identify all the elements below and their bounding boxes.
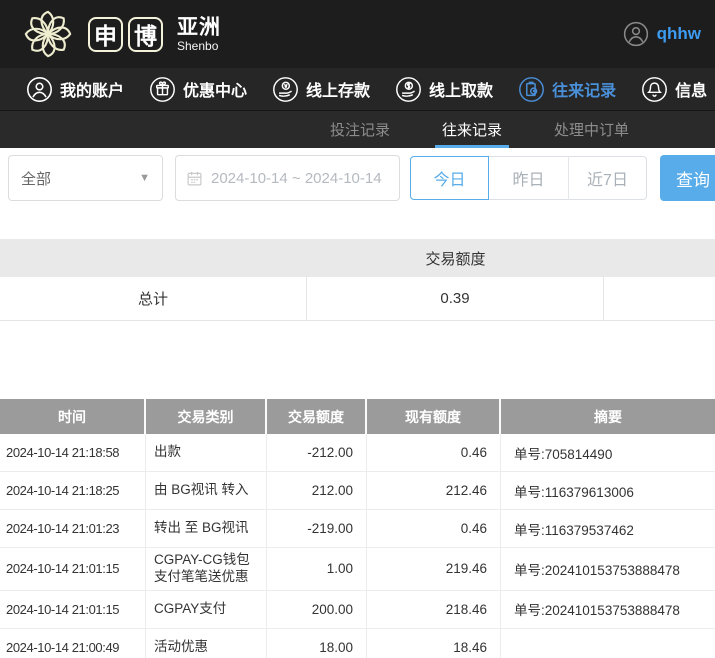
summary-table: 交易额度 总计 0.39 (0, 239, 715, 321)
table-row: 2024-10-14 21:00:49 活动优惠 18.00 18.46 (0, 629, 715, 658)
cell-time: 2024-10-14 21:01:23 (0, 510, 146, 547)
calendar-icon (186, 170, 203, 187)
nav-item-withdraw[interactable]: 线上取款 (395, 76, 493, 103)
cell-amount: -212.00 (267, 434, 367, 471)
cell-balance: 212.46 (367, 472, 501, 509)
table-row: 2024-10-14 21:01:15 CGPAY-CG钱包支付笔笔送优惠 1.… (0, 548, 715, 591)
username[interactable]: qhhw (657, 24, 701, 44)
summary-header-row: 交易额度 (0, 239, 715, 277)
user-account[interactable]: qhhw (623, 21, 701, 47)
main-navigation: 我的账户 优惠中心 线上存款 (0, 68, 715, 110)
cell-type: 活动优惠 (146, 629, 267, 658)
brand-region-cn: 亚洲 (177, 17, 221, 38)
nav-label: 优惠中心 (183, 77, 247, 101)
bell-icon (641, 76, 668, 103)
table-row: 2024-10-14 21:01:15 CGPAY支付 200.00 218.4… (0, 591, 715, 629)
summary-header-label: 交易额度 (307, 248, 604, 269)
cell-type: 由 BG视讯 转入 (146, 472, 267, 509)
cell-memo: 单号:705814490 (501, 434, 715, 471)
nav-item-promotions[interactable]: 优惠中心 (149, 76, 247, 103)
quick-date-filters: 今日 昨日 近7日 (410, 156, 647, 200)
user-avatar-icon (623, 21, 649, 47)
category-select[interactable]: 全部 ▼ (8, 155, 163, 201)
search-button[interactable]: 查询 (660, 155, 715, 201)
nav-label: 线上存款 (306, 77, 370, 101)
brand-name-boxes: 申 博 (88, 17, 163, 52)
cell-type: 转出 至 BG视讯 (146, 510, 267, 547)
quick-filter-today[interactable]: 今日 (410, 156, 489, 200)
cell-time: 2024-10-14 21:01:15 (0, 548, 146, 590)
cell-memo: 单号:202410153753888478 (501, 591, 715, 628)
brand-char-2: 博 (128, 17, 163, 52)
filter-bar: 全部 ▼ 2024-10-14 ~ 2024-10-14 今日 昨日 近7日 查… (0, 148, 715, 201)
cell-type: CGPAY支付 (146, 591, 267, 628)
cell-amount: 212.00 (267, 472, 367, 509)
summary-empty-cell (604, 277, 715, 320)
records-icon (518, 76, 545, 103)
summary-total-label: 总计 (0, 277, 307, 320)
date-range-value: 2024-10-14 ~ 2024-10-14 (211, 170, 382, 187)
account-icon (26, 76, 53, 103)
nav-item-transaction-records[interactable]: 往来记录 (518, 76, 616, 103)
top-bar: 申 博 亚洲 Shenbo qhhw (0, 0, 715, 68)
nav-label: 线上取款 (429, 77, 493, 101)
cell-amount: 200.00 (267, 591, 367, 628)
cell-time: 2024-10-14 21:18:25 (0, 472, 146, 509)
tab-betting-records[interactable]: 投注记录 (330, 111, 390, 148)
header-amount: 交易额度 (267, 399, 367, 434)
cell-memo: 单号:116379537462 (501, 510, 715, 547)
nav-label: 往来记录 (552, 77, 616, 101)
header-type: 交易类别 (146, 399, 267, 434)
header-time: 时间 (0, 399, 146, 434)
header-memo: 摘要 (501, 399, 715, 434)
cell-balance: 0.46 (367, 434, 501, 471)
cell-memo: 单号:116379613006 (501, 472, 715, 509)
tab-transaction-records[interactable]: 往来记录 (442, 111, 502, 148)
cell-time: 2024-10-14 21:01:15 (0, 591, 146, 628)
cell-balance: 18.46 (367, 629, 501, 658)
cell-time: 2024-10-14 21:00:49 (0, 629, 146, 658)
summary-total-row: 总计 0.39 (0, 277, 715, 321)
cell-amount: 1.00 (267, 548, 367, 590)
withdraw-icon (395, 76, 422, 103)
cell-balance: 218.46 (367, 591, 501, 628)
cell-balance: 219.46 (367, 548, 501, 590)
table-header-row: 时间 交易类别 交易额度 现有额度 摘要 (0, 399, 715, 434)
table-row: 2024-10-14 21:18:25 由 BG视讯 转入 212.00 212… (0, 472, 715, 510)
cell-memo (501, 629, 715, 658)
flower-logo-icon (20, 6, 76, 62)
cell-amount: -219.00 (267, 510, 367, 547)
deposit-icon (272, 76, 299, 103)
table-row: 2024-10-14 21:01:23 转出 至 BG视讯 -219.00 0.… (0, 510, 715, 548)
nav-label: 信息 (675, 77, 707, 101)
nav-item-deposit[interactable]: 线上存款 (272, 76, 370, 103)
cell-memo: 单号:202410153753888478 (501, 548, 715, 590)
nav-label: 我的账户 (60, 77, 124, 101)
nav-item-my-account[interactable]: 我的账户 (26, 76, 124, 103)
table-row: 2024-10-14 21:18:58 出款 -212.00 0.46 单号:7… (0, 434, 715, 472)
brand-char-1: 申 (88, 17, 123, 52)
header-balance: 现有额度 (367, 399, 501, 434)
cell-time: 2024-10-14 21:18:58 (0, 434, 146, 471)
brand-subtitle: Shenbo (177, 40, 221, 52)
transactions-table: 时间 交易类别 交易额度 现有额度 摘要 2024-10-14 21:18:58… (0, 399, 715, 658)
summary-total-value: 0.39 (307, 277, 604, 320)
category-selected-value: 全部 (21, 168, 51, 189)
chevron-down-icon: ▼ (139, 172, 150, 184)
record-tabs: 投注记录 往来记录 处理中订单 (0, 110, 715, 148)
nav-item-messages[interactable]: 信息 (641, 76, 707, 103)
tab-pending-orders[interactable]: 处理中订单 (554, 111, 629, 148)
quick-filter-last7days[interactable]: 近7日 (568, 156, 647, 200)
cell-type: 出款 (146, 434, 267, 471)
cell-type: CGPAY-CG钱包支付笔笔送优惠 (146, 548, 267, 590)
date-range-input[interactable]: 2024-10-14 ~ 2024-10-14 (175, 155, 400, 201)
gift-icon (149, 76, 176, 103)
cell-amount: 18.00 (267, 629, 367, 658)
brand-logo[interactable]: 申 博 亚洲 Shenbo (20, 6, 221, 62)
brand-region: 亚洲 Shenbo (177, 17, 221, 52)
quick-filter-yesterday[interactable]: 昨日 (489, 156, 568, 200)
cell-balance: 0.46 (367, 510, 501, 547)
